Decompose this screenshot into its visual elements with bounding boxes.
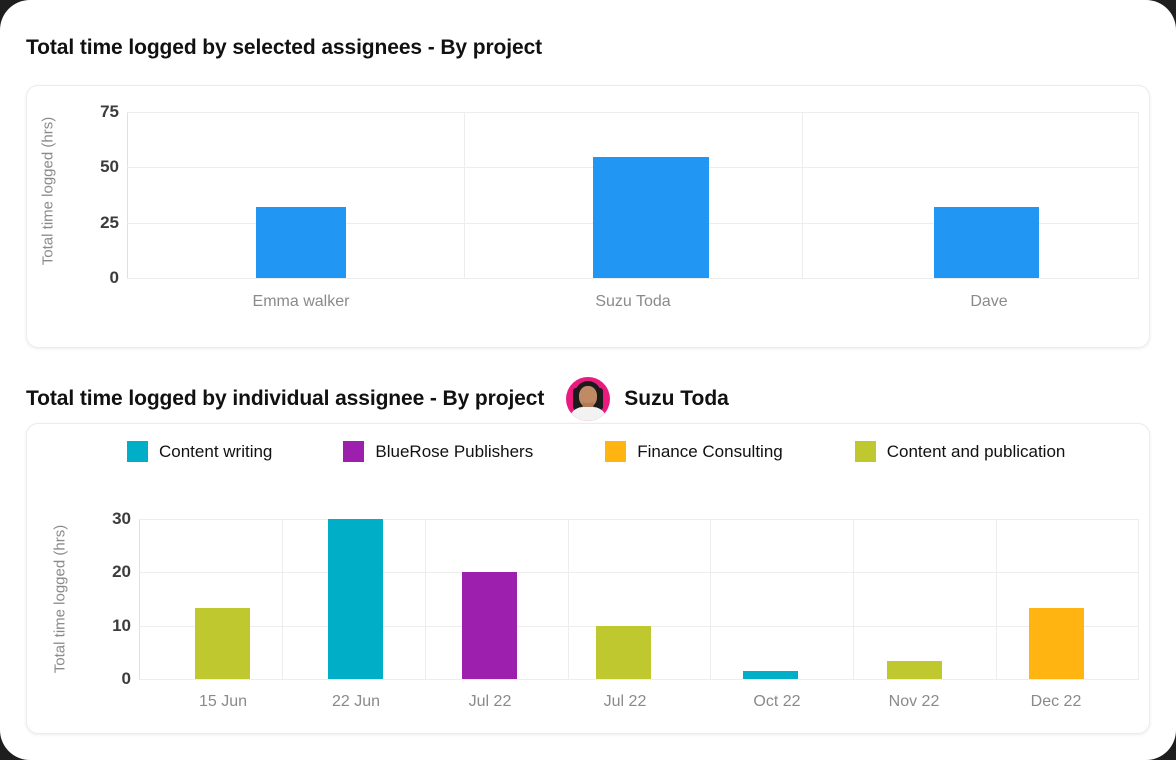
selected-assignee-name: Suzu Toda	[624, 387, 729, 410]
chart1-gridline-v-3	[1138, 112, 1139, 278]
chart2-y-tick-1: 10	[112, 615, 131, 635]
chart2-gridline-v-2	[424, 519, 426, 679]
section-1-header: Total time logged by selected assignees …	[26, 36, 542, 60]
selected-assignee-chip[interactable]: Suzu Toda	[566, 377, 729, 421]
chart2-x-label-4: Oct 22	[753, 693, 801, 710]
chart1-y-ticks: 0 25 50 75	[81, 102, 119, 287]
chart2-gridline-30	[139, 519, 1139, 520]
chart1-bar-dave[interactable]	[934, 207, 1039, 278]
chart2-plot-area	[139, 519, 1139, 680]
chart2-gridline-v-6	[996, 519, 998, 679]
chart2-x-label-5: Nov 22	[888, 693, 940, 710]
chart1-y-tick-0: 0	[109, 268, 119, 287]
chart2-bar-dec-22[interactable]	[1029, 608, 1084, 679]
chart2-gridline-v-1	[281, 519, 283, 679]
chart1-y-tick-2: 50	[100, 157, 119, 177]
bar-chart-selected-assignees: Total time logged (hrs) 0 25 50 75 Emma …	[27, 86, 1151, 349]
section-1-title: Total time logged by selected assignees …	[26, 36, 543, 59]
user-avatar-photo-icon	[566, 377, 611, 421]
avatar-hair-right	[597, 388, 604, 410]
chart2-bar-jul-22-a[interactable]	[462, 572, 517, 679]
chart2-y-ticks: 0 10 20 30	[93, 509, 131, 688]
chart2-gridline-v-4	[710, 519, 712, 679]
chart2-gridline-v-3	[567, 519, 569, 679]
chart1-y-tick-1: 25	[100, 212, 119, 232]
chart2-y-tick-0: 0	[121, 669, 131, 688]
chart2-gridline-0	[139, 679, 1139, 680]
chart1-x-label-1: Suzu Toda	[595, 293, 671, 310]
chart2-y-tick-2: 20	[112, 562, 131, 582]
chart2-y-axis-line	[139, 519, 140, 679]
chart1-plot-area	[127, 112, 1139, 279]
chart1-bar-suzu-toda[interactable]	[593, 156, 709, 278]
chart2-bar-22-jun[interactable]	[328, 519, 383, 679]
chart2-x-label-3: Jul 22	[603, 693, 647, 710]
chart2-bar-nov-22[interactable]	[887, 661, 942, 679]
chart2-gridline-v-5	[853, 519, 855, 679]
section-2-title: Total time logged by individual assignee…	[26, 387, 545, 410]
chart2-bar-oct-22[interactable]	[743, 671, 798, 679]
chart2-bar-15-jun[interactable]	[195, 608, 250, 679]
chart2-y-tick-3: 30	[112, 509, 131, 528]
chart2-x-label-2: Jul 22	[468, 693, 512, 710]
bar-chart-individual-assignee: Total time logged (hrs) 0 10 20 30 15 Ju…	[27, 424, 1151, 735]
chart2-x-label-0: 15 Jun	[198, 693, 248, 710]
chart2-bar-jul-22-b[interactable]	[596, 625, 651, 679]
chart-card-individual-assignee: Content writing BlueRose Publishers Fina…	[26, 423, 1150, 734]
dashboard-page: Total time logged by selected assignees …	[0, 0, 1176, 760]
chart2-x-label-6: Dec 22	[1030, 693, 1082, 710]
chart1-gridline-0	[127, 278, 1139, 279]
section-2-header: Total time logged by individual assignee…	[26, 377, 729, 421]
avatar-shirt	[569, 407, 608, 421]
chart1-y-axis-line	[127, 112, 128, 278]
chart2-gridline-v-7	[1138, 519, 1139, 679]
chart1-x-label-0: Emma walker	[252, 293, 350, 310]
chart1-bar-emma-walker[interactable]	[256, 207, 346, 278]
chart1-gridline-v-2	[801, 112, 803, 278]
chart1-gridline-v-1	[464, 112, 466, 278]
chart1-y-tick-3: 75	[100, 102, 119, 121]
chart1-gridline-75	[127, 112, 1139, 113]
chart1-y-axis-title: Total time logged (hrs)	[39, 116, 57, 266]
chart-card-selected-assignees: Total time logged (hrs) 0 25 50 75 Emma …	[26, 85, 1150, 348]
chart2-x-label-1: 22 Jun	[331, 693, 381, 710]
chart2-gridline-20	[139, 572, 1139, 574]
chart2-y-axis-title: Total time logged (hrs)	[51, 524, 69, 674]
chart1-x-label-2: Dave	[970, 293, 1008, 310]
